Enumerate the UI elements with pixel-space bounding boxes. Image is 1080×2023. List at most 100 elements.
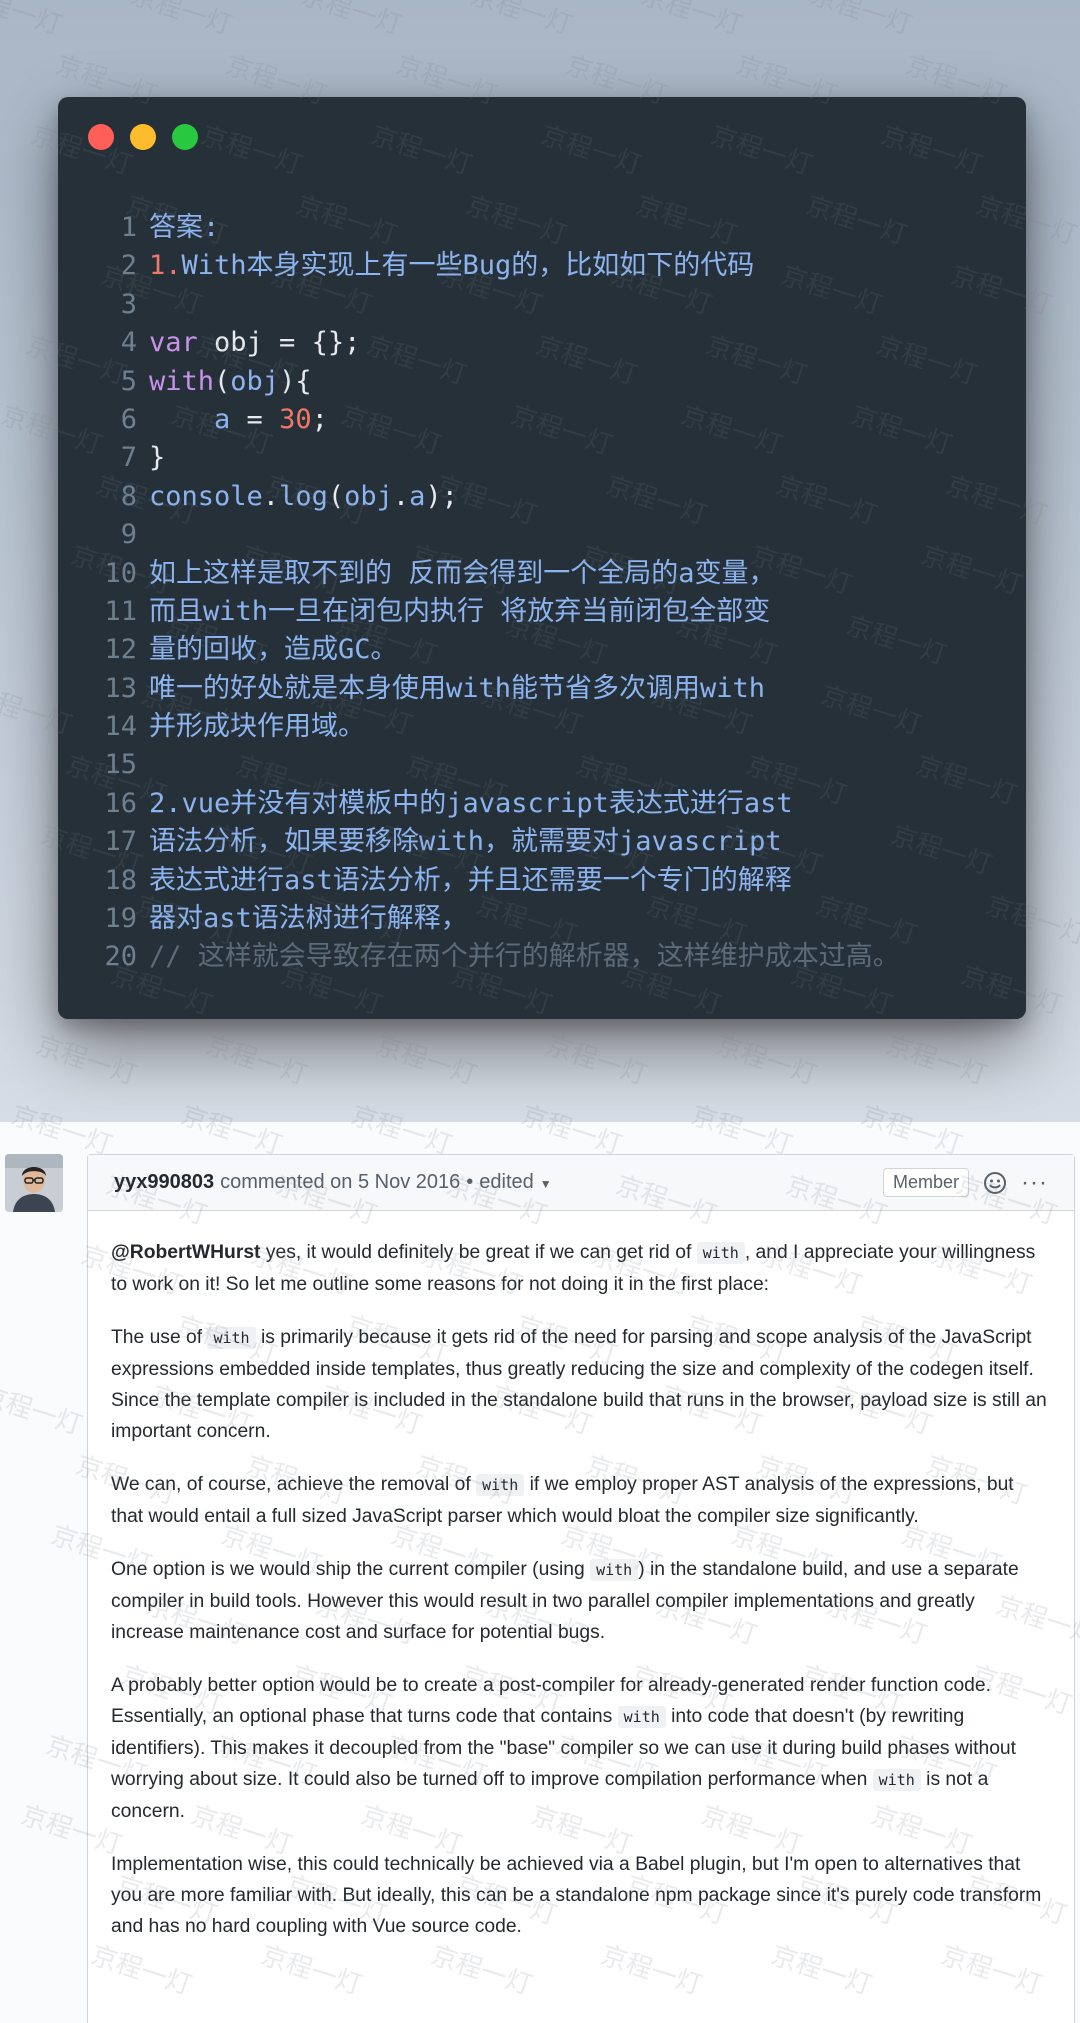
- code-token: 量的回收，造成GC。: [149, 634, 398, 666]
- paragraph-text: One option is we would ship the current …: [111, 1559, 591, 1580]
- line-number: 13: [104, 672, 137, 704]
- code-token: .: [392, 480, 410, 512]
- code-token: obj = {};: [197, 327, 361, 359]
- code-token: var: [149, 327, 198, 359]
- code-line: 7}: [58, 439, 1026, 477]
- line-number: 17: [104, 826, 137, 858]
- comment-paragraph-1: @RobertWHurst yes, it would definitely b…: [111, 1237, 1050, 1300]
- comment-author-link[interactable]: yyx990803: [114, 1171, 214, 1194]
- line-content: with(obj){: [149, 363, 312, 401]
- code-line: 19 器对ast语法树进行解释，: [58, 900, 1026, 938]
- code-token: 器对ast语法树进行解释，: [149, 903, 468, 935]
- code-line: 17 语法分析，如果要移除with，就需要对javascript: [58, 823, 1026, 861]
- code-token: 答案:: [149, 212, 220, 243]
- more-options-icon[interactable]: ···: [1021, 1169, 1048, 1197]
- code-content: 1 答案: 2 1.With本身实现上有一些Bug的，比如如下的代码 3 4 var obj…: [58, 209, 1026, 977]
- inline-code: with: [590, 1559, 639, 1581]
- code-token: 2.vue并没有对模板中的javascript表达式进行ast: [149, 787, 793, 819]
- close-window-icon: [88, 124, 114, 150]
- comment-card: yyx990803 commented on 5 Nov 2016 • edit…: [87, 1154, 1075, 2023]
- inline-code: with: [696, 1242, 745, 1264]
- code-token: with: [149, 365, 215, 397]
- code-token: ){: [279, 365, 312, 397]
- line-content: 1.With本身实现上有一些Bug的，比如如下的代码: [149, 247, 754, 285]
- user-mention-link[interactable]: @RobertWHurst: [111, 1242, 260, 1263]
- line-content: // 这样就会导致存在两个并行的解析器，这样维护成本过高。: [149, 938, 900, 976]
- header-actions: Member ···: [883, 1168, 1048, 1197]
- code-line: 11 而且with一旦在闭包内执行 将放弃当前闭包全部变: [58, 593, 1026, 631]
- line-number: 1: [120, 212, 137, 243]
- line-number: 14: [104, 711, 137, 743]
- line-content: 如上这样是取不到的 反而会得到一个全局的a变量，: [149, 555, 776, 593]
- code-token: console: [149, 480, 263, 512]
- line-number: 2: [120, 250, 137, 282]
- line-number: 18: [104, 864, 137, 896]
- edited-dropdown[interactable]: edited ▼: [479, 1171, 551, 1194]
- line-content: a = 30;: [149, 401, 328, 439]
- author-avatar[interactable]: [5, 1154, 63, 1212]
- line-number: 10: [104, 557, 137, 589]
- line-content: 量的回收，造成GC。: [149, 631, 398, 669]
- code-line: 10 如上这样是取不到的 反而会得到一个全局的a变量，: [58, 555, 1026, 593]
- code-token: a: [214, 403, 231, 435]
- code-line: 3: [58, 286, 1026, 324]
- line-number: 7: [120, 442, 137, 474]
- line-content: 而且with一旦在闭包内执行 将放弃当前闭包全部变: [149, 593, 770, 631]
- comment-paragraph-2: The use of with is primarily because it …: [111, 1322, 1050, 1447]
- code-line: 15: [58, 746, 1026, 784]
- paragraph-text: yes, it would definitely be great if we …: [260, 1242, 697, 1263]
- inline-code: with: [872, 1769, 921, 1791]
- code-line: 14 并形成块作用域。: [58, 708, 1026, 746]
- inline-code: with: [617, 1706, 666, 1728]
- code-line: 1 答案:: [58, 209, 1026, 247]
- member-badge: Member: [883, 1168, 970, 1197]
- line-number: 19: [104, 903, 137, 935]
- code-token: obj: [230, 365, 280, 397]
- line-content: var obj = {};: [149, 324, 360, 362]
- code-token: .: [262, 480, 280, 512]
- code-token: log: [279, 480, 328, 512]
- code-token: 30: [279, 403, 312, 435]
- paragraph-text: We can, of course, achieve the removal o…: [111, 1474, 477, 1495]
- github-comment-area: yyx990803 commented on 5 Nov 2016 • edit…: [0, 1122, 1080, 2023]
- avatar-portrait-icon: [5, 1154, 63, 1212]
- window-controls: [88, 124, 198, 150]
- minimize-window-icon: [130, 124, 156, 150]
- code-token: 而且with一旦在闭包内执行 将放弃当前闭包全部变: [149, 595, 771, 627]
- comment-paragraph-6: Implementation wise, this could technica…: [111, 1849, 1050, 1942]
- line-content: 答案:: [149, 209, 219, 247]
- add-reaction-button[interactable]: [983, 1171, 1007, 1195]
- inline-code: with: [476, 1474, 525, 1496]
- line-number: 15: [104, 749, 137, 781]
- code-line: 13 唯一的好处就是本身使用with能节省多次调用with: [58, 670, 1026, 708]
- line-number: 20: [104, 941, 137, 973]
- line-number: 11: [104, 595, 137, 627]
- comment-timestamp-link[interactable]: commented on 5 Nov 2016: [220, 1171, 460, 1194]
- line-number: 6: [120, 403, 137, 435]
- comment-paragraph-5: A probably better option would be to cre…: [111, 1670, 1050, 1827]
- line-content: 语法分析，如果要移除with，就需要对javascript: [149, 823, 782, 861]
- code-token: a: [409, 480, 426, 512]
- line-number: 9: [120, 519, 137, 551]
- code-line: 9: [58, 516, 1026, 554]
- code-token: With本身实现上有一些Bug的，比如如下的代码: [181, 250, 755, 282]
- comment-paragraph-4: One option is we would ship the current …: [111, 1554, 1050, 1648]
- code-screenshot-area: 1 答案: 2 1.With本身实现上有一些Bug的，比如如下的代码 3 4 var obj…: [0, 0, 1080, 1122]
- line-content: console.log(obj.a);: [149, 478, 458, 516]
- line-content: 2.vue并没有对模板中的javascript表达式进行ast: [149, 785, 793, 823]
- code-line: 5 with(obj){: [58, 363, 1026, 401]
- comment-paragraph-3: We can, of course, achieve the removal o…: [111, 1469, 1050, 1532]
- line-content: 器对ast语法树进行解释，: [149, 900, 468, 938]
- paragraph-text: Implementation wise, this could technica…: [111, 1854, 1042, 1937]
- code-line: 18 表达式进行ast语法分析，并且还需要一个专门的解释: [58, 862, 1026, 900]
- code-token: 唯一的好处就是本身使用with能节省多次调用with: [149, 672, 766, 704]
- code-token: 并形成块作用域。: [149, 711, 365, 743]
- code-line: 16 2.vue并没有对模板中的javascript表达式进行ast: [58, 785, 1026, 823]
- comment-header: yyx990803 commented on 5 Nov 2016 • edit…: [88, 1155, 1074, 1211]
- code-editor-window: 1 答案: 2 1.With本身实现上有一些Bug的，比如如下的代码 3 4 var obj…: [58, 97, 1026, 1019]
- maximize-window-icon: [172, 124, 198, 150]
- code-line: 12 量的回收，造成GC。: [58, 631, 1026, 669]
- code-line: 8 console.log(obj.a);: [58, 478, 1026, 516]
- code-token: }: [149, 442, 166, 474]
